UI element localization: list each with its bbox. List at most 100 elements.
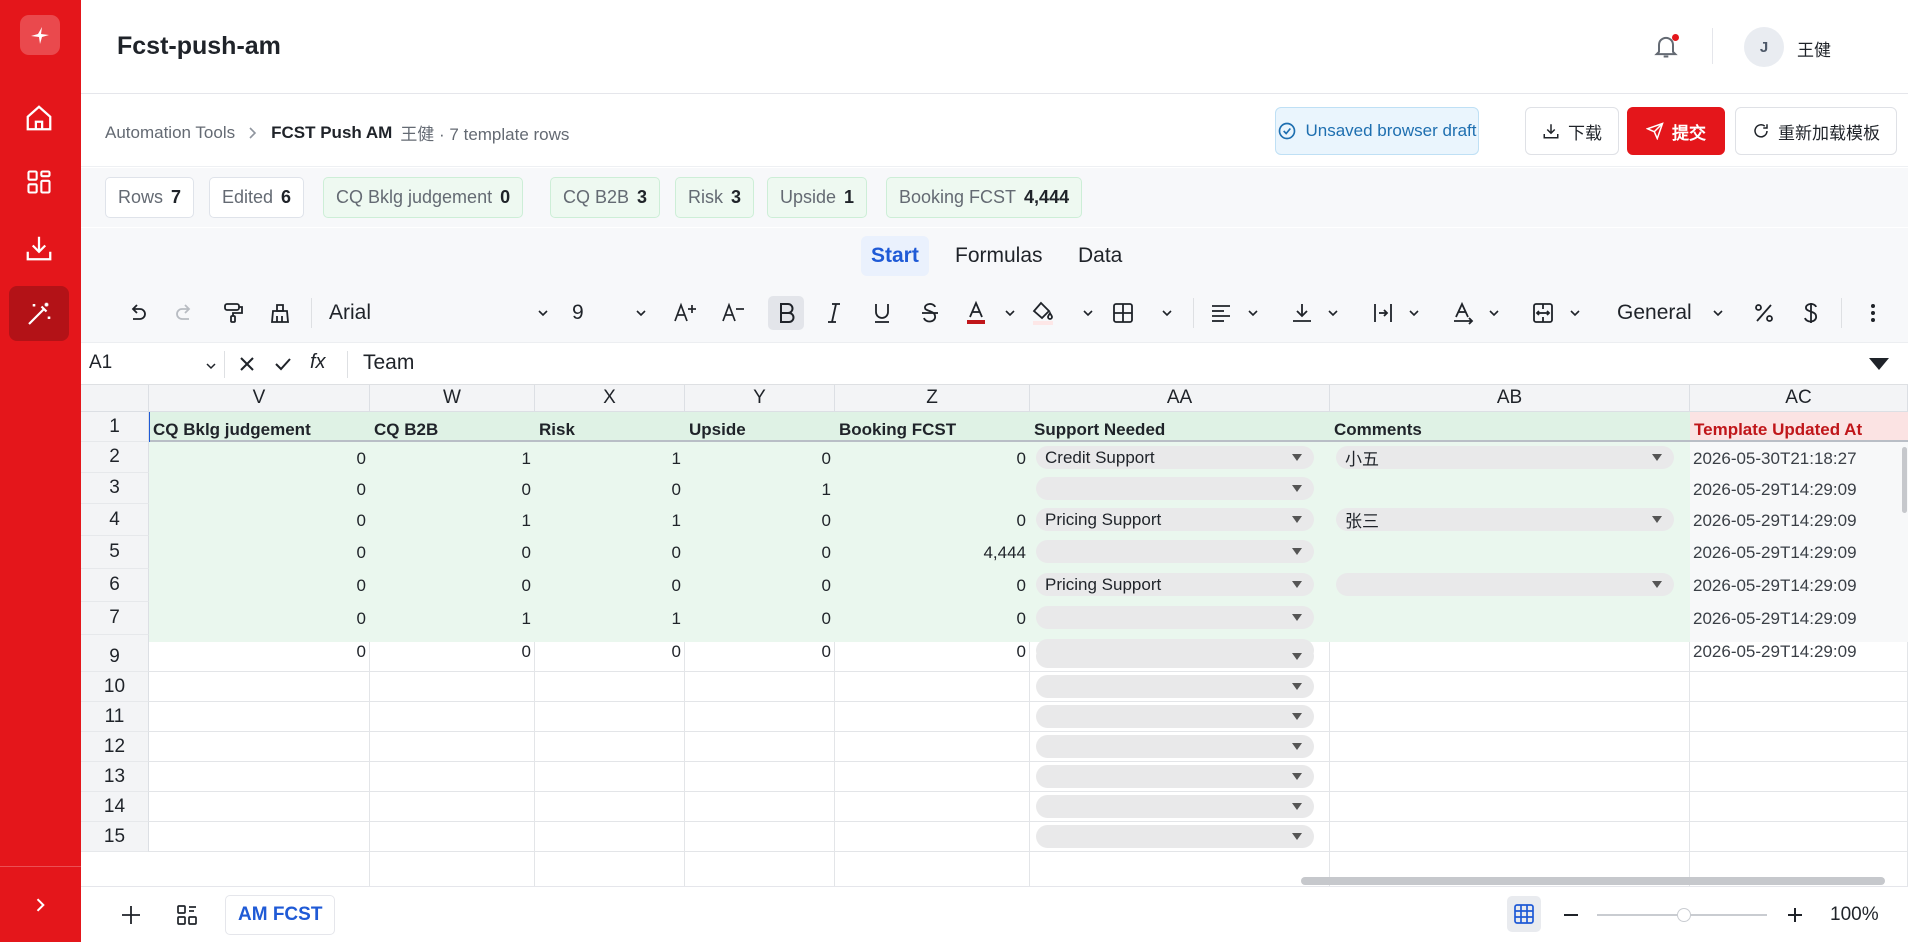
select-all-corner[interactable] — [81, 385, 149, 412]
table-cell[interactable]: 0 — [835, 449, 1030, 469]
avatar[interactable]: J — [1744, 27, 1784, 67]
table-cell[interactable]: 0 — [835, 642, 1030, 662]
table-cell[interactable]: 0 — [149, 642, 370, 662]
table-cell[interactable]: 0 — [149, 576, 370, 596]
confirm-check-icon[interactable] — [272, 353, 294, 375]
column-header[interactable]: AC — [1690, 385, 1908, 412]
italic-button[interactable] — [816, 296, 852, 330]
table-cell[interactable]: 0 — [370, 543, 535, 563]
timestamp-cell[interactable]: 2026-05-29T14:29:09 — [1693, 511, 1907, 531]
table-cell[interactable]: 0 — [835, 511, 1030, 531]
row-header[interactable]: 12 — [81, 732, 149, 762]
decrease-font-button[interactable] — [715, 296, 751, 330]
support-needed-dropdown[interactable]: Pricing Support — [1036, 573, 1314, 596]
zoom-out-icon[interactable] — [1561, 905, 1581, 925]
vertical-scrollbar[interactable] — [1902, 447, 1907, 513]
sidebar-item-home[interactable] — [9, 90, 69, 145]
table-cell[interactable]: 1 — [370, 511, 535, 531]
tab-formulas[interactable]: Formulas — [945, 236, 1053, 276]
strikethrough-button[interactable] — [912, 296, 948, 330]
table-cell[interactable]: 0 — [685, 511, 835, 531]
timestamp-cell[interactable]: 2026-05-29T14:29:09 — [1693, 543, 1907, 563]
text-wrap-button[interactable] — [1365, 296, 1401, 330]
row-header[interactable]: 1 — [81, 412, 149, 442]
table-cell[interactable]: 1 — [535, 511, 685, 531]
table-cell[interactable]: 0 — [835, 576, 1030, 596]
format-painter-button[interactable] — [215, 296, 251, 330]
grid-view-button[interactable] — [1507, 896, 1541, 932]
column-header[interactable]: Z — [835, 385, 1030, 412]
borders-button[interactable] — [1105, 296, 1141, 330]
horizontal-align-button[interactable] — [1203, 296, 1239, 330]
bold-button[interactable] — [768, 296, 804, 330]
horizontal-scrollbar[interactable] — [1301, 877, 1885, 885]
sidebar-item-automation[interactable] — [9, 286, 69, 341]
underline-button[interactable] — [864, 296, 900, 330]
merge-cells-button[interactable] — [1525, 296, 1561, 330]
support-needed-dropdown[interactable] — [1036, 645, 1314, 668]
number-format-select[interactable]: General — [1611, 296, 1721, 330]
row-header[interactable]: 2 — [81, 442, 149, 473]
column-header[interactable]: Y — [685, 385, 835, 412]
table-cell[interactable]: 0 — [685, 609, 835, 629]
table-cell[interactable]: 0 — [685, 576, 835, 596]
table-cell[interactable]: 0 — [370, 480, 535, 500]
currency-format-button[interactable] — [1793, 296, 1829, 330]
table-cell[interactable]: 0 — [149, 609, 370, 629]
table-cell[interactable]: 0 — [149, 480, 370, 500]
increase-font-button[interactable] — [667, 296, 703, 330]
table-cell[interactable]: 0 — [835, 609, 1030, 629]
row-header[interactable]: 9 — [81, 642, 149, 672]
submit-button[interactable]: 提交 — [1627, 107, 1725, 155]
download-button[interactable]: 下载 — [1525, 107, 1619, 155]
table-cell[interactable]: 0 — [149, 511, 370, 531]
column-header[interactable]: AA — [1030, 385, 1330, 412]
add-sheet-icon[interactable] — [119, 903, 143, 927]
sidebar-item-download[interactable] — [9, 220, 69, 275]
vertical-align-button[interactable] — [1284, 296, 1320, 330]
table-cell[interactable]: 0 — [149, 449, 370, 469]
column-header[interactable]: V — [149, 385, 370, 412]
table-cell[interactable]: 1 — [535, 449, 685, 469]
support-needed-dropdown[interactable] — [1036, 795, 1314, 818]
timestamp-cell[interactable]: 2026-05-30T21:18:27 — [1693, 449, 1907, 469]
font-family-select[interactable]: Arial — [321, 296, 543, 330]
table-cell[interactable]: 0 — [370, 576, 535, 596]
row-header[interactable]: 13 — [81, 762, 149, 792]
table-cell[interactable]: 0 — [370, 642, 535, 662]
row-header[interactable]: 5 — [81, 536, 149, 569]
sheet-tab-am-fcst[interactable]: AM FCST — [225, 895, 336, 935]
support-needed-dropdown[interactable] — [1036, 675, 1314, 698]
font-size-select[interactable]: 9 — [566, 296, 646, 330]
cell-reference[interactable]: A1 — [89, 352, 112, 374]
fill-color-button[interactable] — [1025, 296, 1061, 330]
table-cell[interactable]: 0 — [685, 449, 835, 469]
zoom-slider-handle[interactable] — [1677, 908, 1691, 922]
support-needed-dropdown[interactable] — [1036, 477, 1314, 500]
column-header[interactable]: AB — [1330, 385, 1690, 412]
table-cell[interactable]: 0 — [535, 576, 685, 596]
support-needed-dropdown[interactable]: Pricing Support — [1036, 508, 1314, 531]
row-header[interactable]: 14 — [81, 792, 149, 822]
tab-data[interactable]: Data — [1068, 236, 1132, 276]
row-header[interactable]: 6 — [81, 569, 149, 602]
table-cell[interactable]: 0 — [149, 543, 370, 563]
support-needed-dropdown[interactable]: Credit Support — [1036, 446, 1314, 469]
row-header[interactable]: 7 — [81, 602, 149, 635]
row-header[interactable]: 15 — [81, 822, 149, 852]
row-header[interactable]: 11 — [81, 702, 149, 732]
table-cell[interactable]: 1 — [685, 480, 835, 500]
percent-format-button[interactable] — [1746, 296, 1782, 330]
username[interactable]: 王健 — [1797, 36, 1831, 61]
app-logo[interactable] — [20, 15, 60, 55]
support-needed-dropdown[interactable] — [1036, 606, 1314, 629]
timestamp-cell[interactable]: 2026-05-29T14:29:09 — [1693, 642, 1907, 662]
column-header[interactable]: X — [535, 385, 685, 412]
support-needed-dropdown[interactable] — [1036, 825, 1314, 848]
more-options-button[interactable] — [1859, 296, 1887, 330]
table-cell[interactable]: 0 — [685, 543, 835, 563]
timestamp-cell[interactable]: 2026-05-29T14:29:09 — [1693, 480, 1907, 500]
draft-status-button[interactable]: Unsaved browser draft — [1275, 107, 1479, 155]
timestamp-cell[interactable]: 2026-05-29T14:29:09 — [1693, 609, 1907, 629]
table-cell[interactable]: 1 — [535, 609, 685, 629]
